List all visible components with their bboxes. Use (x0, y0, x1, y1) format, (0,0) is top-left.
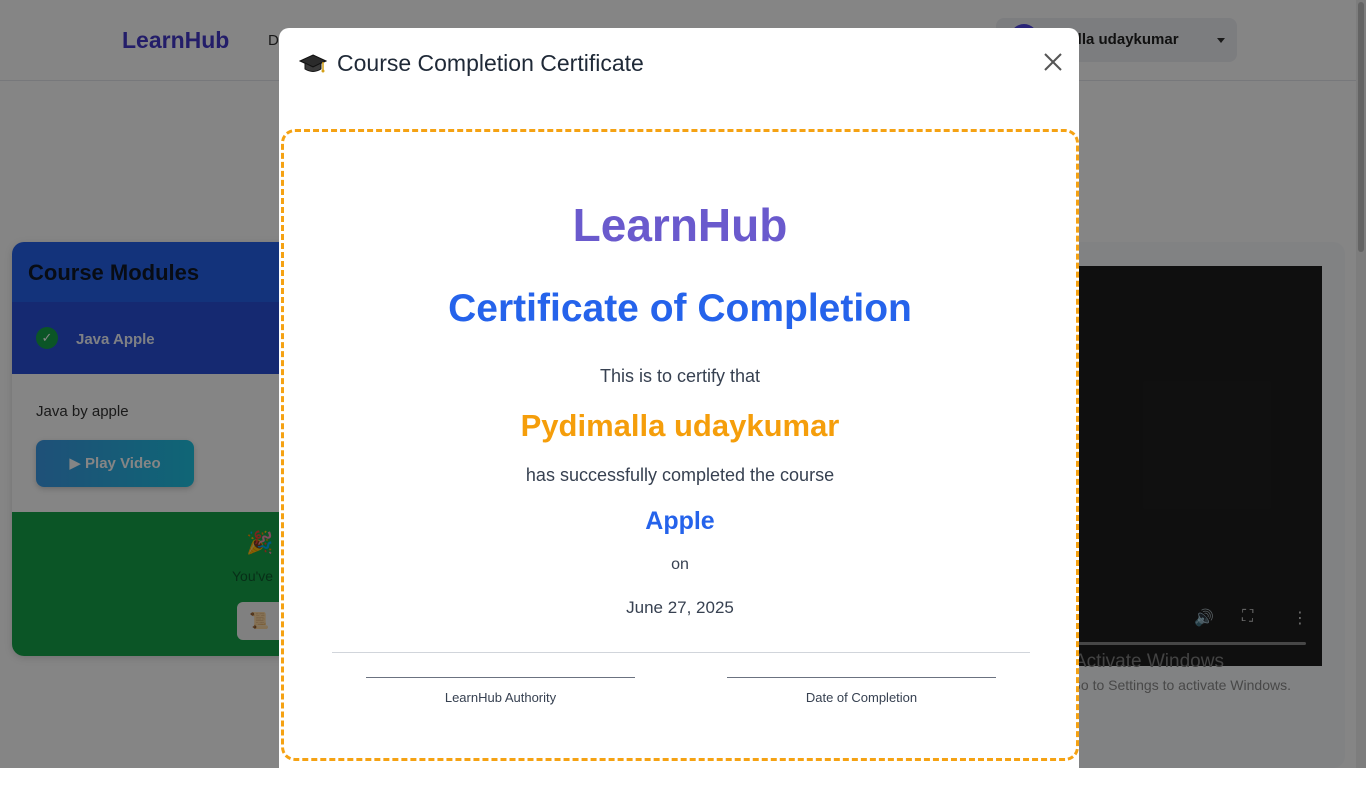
course-name: Apple (645, 507, 715, 535)
signature-line-left (366, 677, 635, 678)
completion-date: June 27, 2025 (626, 598, 734, 617)
divider (332, 652, 1030, 653)
certificate-intro: This is to certify that (599, 366, 761, 386)
modal-title: Course Completion Certificate (337, 50, 644, 76)
certificate: LearnHub Certificate of Completion This … (281, 129, 1079, 761)
signature-label-authority: LearnHub Authority (444, 690, 557, 705)
completed-text: has successfully completed the course (525, 465, 835, 485)
close-icon[interactable] (1041, 50, 1065, 74)
modal-header: Course Completion Certificate (299, 50, 644, 77)
certificate-modal: Course Completion Certificate LearnHub C… (279, 28, 1079, 788)
on-text: on (671, 556, 689, 573)
certificate-heading: Certificate of Completion (448, 287, 912, 330)
recipient-name: Pydimalla udaykumar (520, 408, 840, 443)
graduation-cap-icon (299, 53, 327, 72)
signature-label-date: Date of Completion (805, 690, 918, 705)
certificate-brand: LearnHub (572, 199, 788, 251)
signature-line-right (727, 677, 996, 678)
